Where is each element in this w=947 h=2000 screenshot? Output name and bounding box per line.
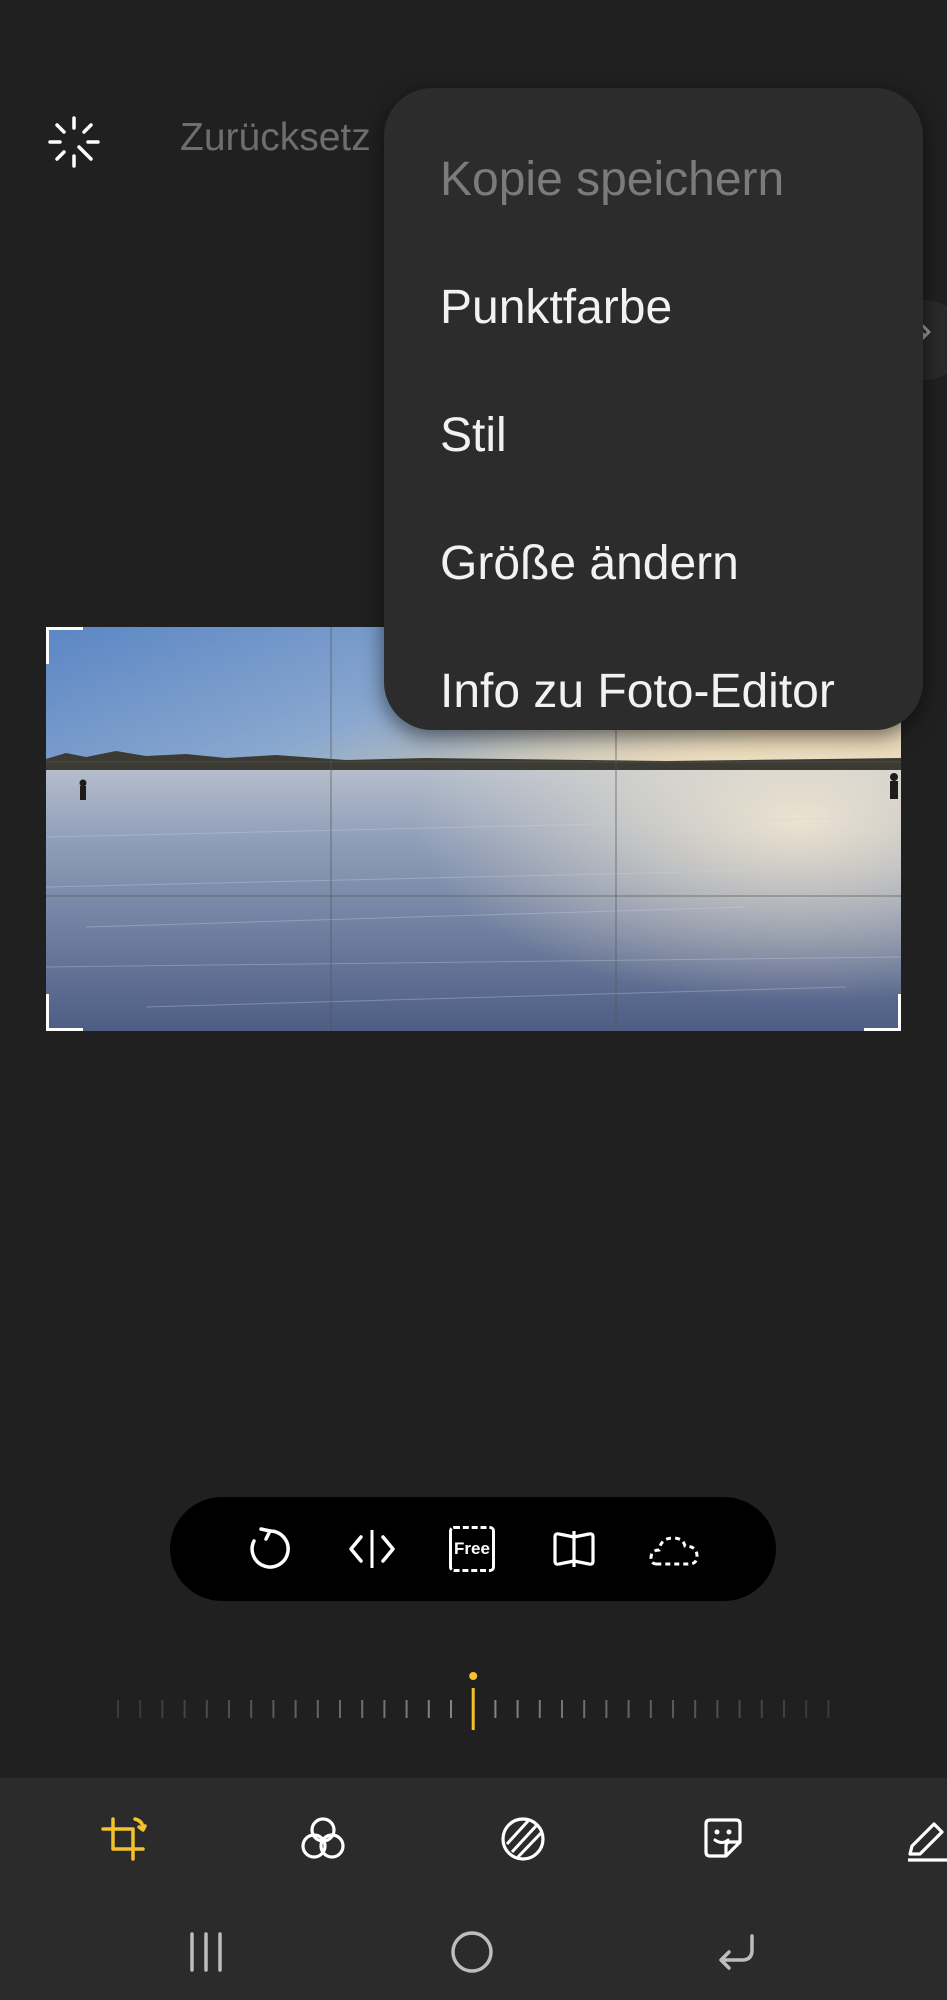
rotate-icon [250, 1527, 290, 1569]
menu-item-resize[interactable]: Größe ändern [440, 500, 739, 628]
editor-tab-bar [0, 1778, 947, 1900]
aspect-ratio-button[interactable]: Free [438, 1515, 506, 1583]
menu-item-style[interactable]: Stil [440, 372, 507, 500]
straighten-scale [117, 1672, 830, 1730]
aspect-ratio-icon: Free [449, 1526, 495, 1572]
crop-toolbar: Free [170, 1497, 776, 1601]
tab-stickers[interactable] [692, 1808, 754, 1870]
crop-rotate-icon [101, 1817, 147, 1861]
crop-handle-top-left[interactable] [46, 627, 83, 664]
menu-item-spot-color[interactable]: Punktfarbe [440, 244, 672, 372]
perspective-button[interactable] [540, 1515, 608, 1583]
menu-item-about-photo-editor[interactable]: Info zu Foto-Editor [440, 628, 835, 756]
perspective-icon [553, 1531, 595, 1567]
tab-tone[interactable] [492, 1808, 554, 1870]
flip-button[interactable] [338, 1515, 406, 1583]
system-nav-bar [0, 1900, 947, 2000]
tone-icon [501, 1817, 545, 1861]
overflow-menu: Kopie speichern Punktfarbe Stil Größe än… [384, 88, 923, 730]
crop-handle-bottom-left[interactable] [46, 994, 83, 1031]
flip-icon [349, 1530, 395, 1568]
lasso-crop-button[interactable] [640, 1515, 708, 1583]
home-icon [451, 1931, 493, 1973]
filters-icon [301, 1817, 345, 1859]
crop-handle-bottom-right[interactable] [864, 994, 901, 1031]
auto-enhance-icon[interactable] [46, 114, 102, 170]
draw-icon [908, 1822, 947, 1862]
tab-transform[interactable] [92, 1808, 154, 1870]
lasso-crop-icon [649, 1536, 699, 1566]
rotate-button[interactable] [236, 1515, 304, 1583]
sticker-icon [704, 1818, 742, 1858]
recent-apps-icon [190, 1932, 222, 1972]
tab-filters[interactable] [292, 1808, 354, 1870]
aspect-ratio-label: Free [454, 1539, 490, 1558]
reset-button[interactable]: Zurücksetz [180, 116, 371, 160]
recent-apps-button[interactable] [176, 1924, 236, 1980]
menu-item-save-copy: Kopie speichern [440, 153, 785, 206]
straighten-dial[interactable] [110, 1668, 836, 1748]
back-button[interactable] [706, 1924, 766, 1980]
home-button[interactable] [442, 1924, 502, 1980]
tab-draw[interactable] [896, 1808, 947, 1870]
dial-indicator-dot [469, 1672, 478, 1680]
back-icon [719, 1934, 754, 1970]
